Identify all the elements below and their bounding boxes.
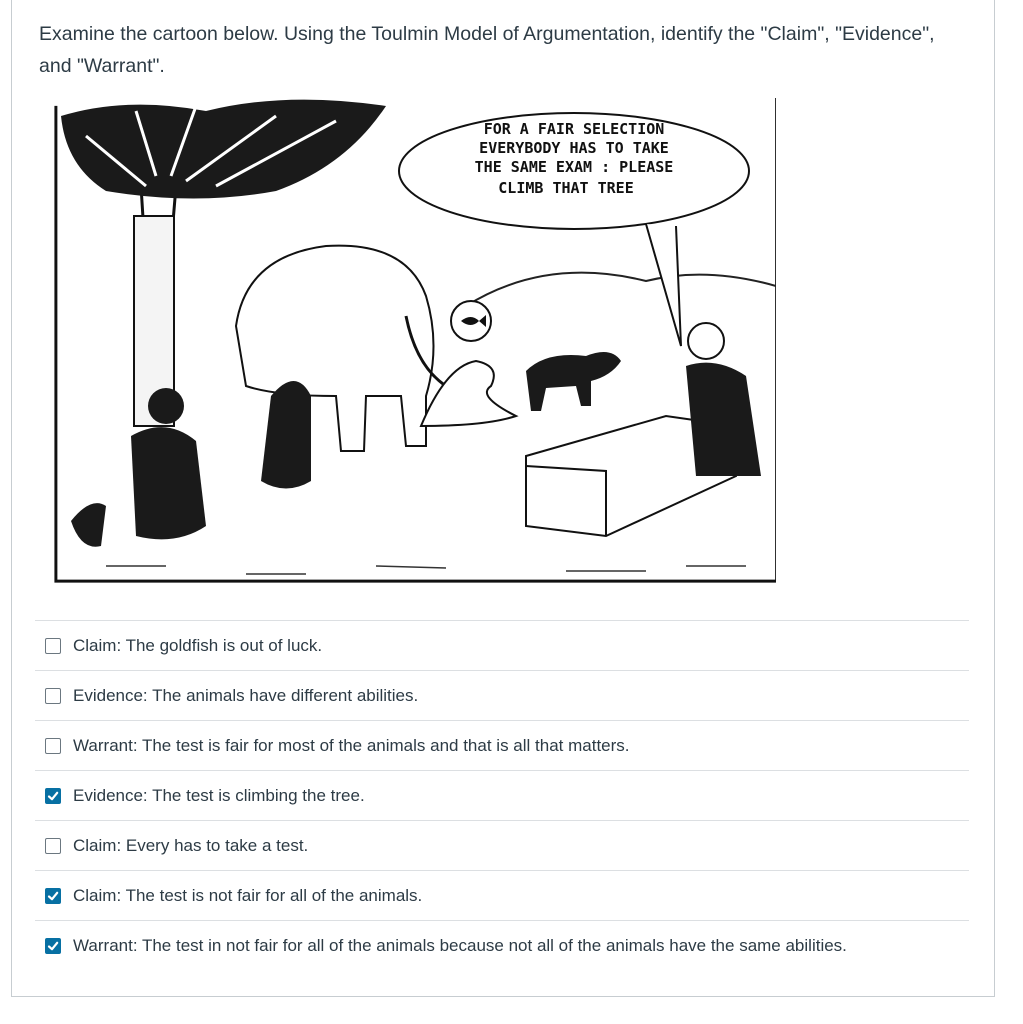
goldfish-bowl-drawing (450, 300, 492, 342)
answer-label: Claim: The goldfish is out of luck. (73, 635, 323, 655)
checkbox-checked[interactable] (45, 937, 61, 954)
question-text: Examine the cartoon below. Using the Tou… (39, 23, 935, 77)
cartoon-image: FOR A FAIR SELECTION EVERYBODY HAS TO TA… (46, 96, 776, 591)
answer-option[interactable]: Evidence: The test is climbing the tree. (35, 770, 969, 820)
answer-option[interactable]: Claim: The goldfish is out of luck. (35, 620, 969, 670)
checkbox-checked[interactable] (45, 887, 61, 904)
checkbox[interactable] (45, 637, 61, 654)
answer-list: Claim: The goldfish is out of luck. Evid… (35, 620, 969, 970)
answer-label: Evidence: The test is climbing the tree. (73, 785, 365, 805)
checkmark-icon (47, 941, 59, 950)
checkmark-icon (47, 791, 59, 800)
speech-line-3: THE SAME EXAM : PLEASE (475, 158, 674, 176)
checkbox[interactable] (45, 687, 61, 704)
answer-option[interactable]: Claim: Every has to take a test. (35, 820, 969, 870)
answer-label: Warrant: The test is fair for most of th… (73, 735, 630, 755)
speech-line-1: FOR A FAIR SELECTION (484, 120, 665, 138)
checkbox[interactable] (45, 837, 61, 854)
answer-option[interactable]: Evidence: The animals have different abi… (35, 670, 969, 720)
checkbox-checked[interactable] (45, 787, 61, 804)
answer-label: Claim: The test is not fair for all of t… (73, 885, 423, 905)
speech-line-2: EVERYBODY HAS TO TAKE (479, 139, 669, 157)
answer-label: Claim: Every has to take a test. (73, 835, 309, 855)
checkbox[interactable] (45, 737, 61, 754)
answer-option[interactable]: Warrant: The test is fair for most of th… (35, 720, 969, 770)
answer-option[interactable]: Warrant: The test in not fair for all of… (35, 920, 969, 970)
answer-label: Evidence: The animals have different abi… (73, 685, 419, 705)
speech-line-4: CLIMB THAT TREE (498, 179, 633, 197)
quiz-question-card: Examine the cartoon below. Using the Tou… (11, 0, 995, 997)
answer-label: Warrant: The test in not fair for all of… (73, 935, 847, 955)
checkmark-icon (47, 891, 59, 900)
answer-option[interactable]: Claim: The test is not fair for all of t… (35, 870, 969, 920)
